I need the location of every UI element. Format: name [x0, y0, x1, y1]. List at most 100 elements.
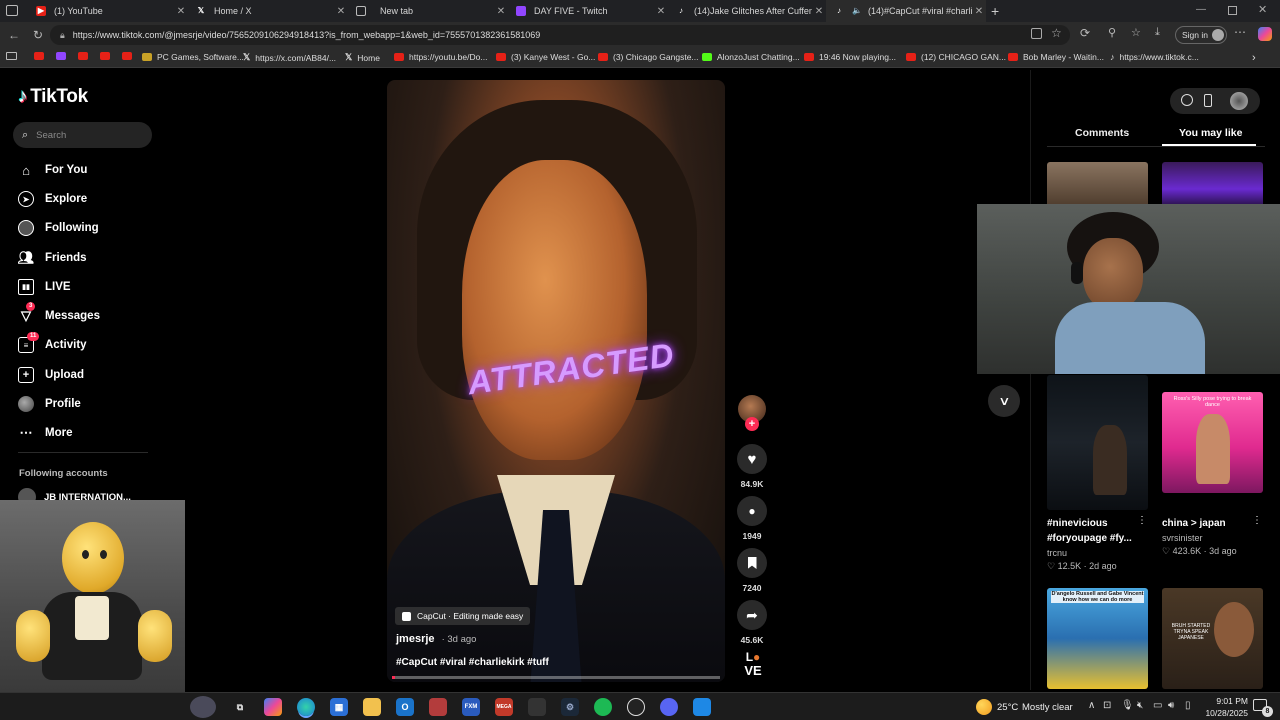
refresh-button[interactable]: ↻: [26, 23, 50, 47]
tray-chevron-icon[interactable]: ∧: [1088, 700, 1095, 711]
nav-upload[interactable]: + Upload: [18, 367, 84, 383]
downloads-icon[interactable]: ⤓: [1155, 26, 1160, 39]
copilot-icon[interactable]: [1258, 27, 1272, 41]
tab-comments[interactable]: Comments: [1075, 127, 1129, 139]
bookmark-item[interactable]: 𝕏https://x.com/AB84/...: [243, 52, 336, 63]
weather-temp[interactable]: 25°C: [997, 702, 1018, 713]
music-disc[interactable]: L● VE: [740, 650, 766, 680]
tab-you-may-like[interactable]: You may like: [1179, 127, 1242, 139]
file-explorer-icon[interactable]: [363, 698, 381, 716]
refresh-page-icon[interactable]: ⟳: [1080, 26, 1090, 40]
close-icon[interactable]: ✕: [972, 6, 986, 17]
nav-explore[interactable]: ➤ Explore: [18, 191, 87, 207]
video-author[interactable]: jmesrje: [396, 633, 435, 645]
tab-tiktok-active[interactable]: ♪ 🔈 (14)#CapCut #viral #charliek ✕: [826, 0, 986, 22]
scroll-down-button[interactable]: ∨: [988, 385, 1020, 417]
bookmark-youtube-icon[interactable]: [100, 52, 115, 60]
bookmark-item[interactable]: (3) Kanye West - Go...: [496, 52, 595, 62]
app-icon-mega[interactable]: MEGA: [495, 698, 513, 716]
recommended-title[interactable]: china > japan: [1162, 516, 1262, 531]
device-icon[interactable]: [1204, 94, 1212, 107]
bookmark-folder-icon[interactable]: [6, 52, 17, 60]
comment-button[interactable]: ●: [737, 496, 767, 526]
store-icon[interactable]: ▦: [330, 698, 348, 716]
weather-icon[interactable]: [976, 699, 992, 715]
app-icon-dark[interactable]: [528, 698, 546, 716]
avatar[interactable]: [1230, 92, 1248, 110]
tray-app-icon[interactable]: ⊡: [1103, 700, 1111, 711]
weather-desc[interactable]: Mostly clear: [1022, 702, 1073, 713]
tab-tiktok-1[interactable]: ♪ (14)Jake Glitches After Cuffem Fa ✕: [668, 0, 826, 22]
sign-in-button[interactable]: Sign in: [1175, 26, 1227, 44]
nav-for-you[interactable]: ⌂ For You: [18, 162, 87, 178]
bookmark-item[interactable]: https://youtu.be/Do...: [394, 52, 487, 62]
app-icon-red[interactable]: [429, 698, 447, 716]
back-button[interactable]: ←: [2, 23, 26, 47]
tab-twitch[interactable]: DAY FIVE - Twitch ✕: [508, 0, 668, 22]
extensions-icon[interactable]: ⚲: [1108, 26, 1116, 39]
save-button[interactable]: [737, 548, 767, 578]
bookmark-item[interactable]: 19:46 Now playing...: [804, 52, 896, 62]
network-icon[interactable]: ▭: [1153, 700, 1162, 711]
reader-icon[interactable]: [1031, 28, 1042, 39]
bookmark-item[interactable]: (12) CHICAGO GAN...: [906, 52, 1006, 62]
nav-more[interactable]: ⋯ More: [18, 425, 73, 441]
steam-icon[interactable]: ⚙︎: [561, 698, 579, 716]
like-button[interactable]: ♥: [737, 444, 767, 474]
tab-youtube[interactable]: ▶ (1) YouTube ✕: [28, 0, 188, 22]
bookmark-youtube-icon[interactable]: [34, 52, 49, 60]
bookmark-item[interactable]: Bob Marley - Waitin...: [1008, 52, 1104, 62]
video-player[interactable]: ATTRACTED CapCut · Editing made easy jme…: [387, 80, 725, 682]
more-options-icon[interactable]: ⋮: [1252, 515, 1262, 526]
bookmark-item[interactable]: PC Games, Software...: [142, 52, 244, 62]
task-view-icon[interactable]: ⧉: [231, 698, 249, 716]
recommended-author[interactable]: trcnu: [1047, 548, 1067, 558]
bookmark-item[interactable]: (3) Chicago Gangste...: [598, 52, 699, 62]
speaker-icon[interactable]: 🔈: [852, 6, 862, 16]
follow-plus-button[interactable]: +: [745, 417, 759, 431]
obs-icon[interactable]: [627, 698, 645, 716]
battery-icon[interactable]: ▯: [1185, 700, 1191, 711]
bookmark-item[interactable]: AlonzoJust Chatting...: [702, 52, 800, 62]
bookmark-item[interactable]: 𝕏 Home: [345, 52, 380, 63]
spotify-icon[interactable]: [594, 698, 612, 716]
video-thumbnail[interactable]: D'angelo Russell and Gabe Vincent know h…: [1047, 588, 1148, 689]
close-icon[interactable]: ✕: [174, 6, 188, 17]
nav-following[interactable]: Following: [18, 220, 99, 236]
speaker-icon[interactable]: 🔊︎: [1168, 700, 1174, 711]
close-icon[interactable]: ✕: [812, 6, 826, 17]
video-thumbnail[interactable]: Ross's Silly pose trying to break dance: [1162, 392, 1263, 493]
nav-profile[interactable]: Profile: [18, 396, 81, 412]
nav-live[interactable]: ▮▮ LIVE: [18, 279, 71, 295]
video-caption[interactable]: #CapCut #viral #charliekirk #tuff: [396, 657, 549, 668]
compass-icon[interactable]: [1181, 94, 1193, 106]
app-icon-fxm[interactable]: FXM: [462, 698, 480, 716]
share-button[interactable]: ➦: [737, 600, 767, 630]
tab-x[interactable]: 𝕏 Home / X ✕: [188, 0, 348, 22]
start-button[interactable]: [190, 696, 216, 718]
recommended-author[interactable]: svrsinister: [1162, 533, 1203, 543]
tab-newtab[interactable]: New tab ✕: [348, 0, 508, 22]
chevron-right-icon[interactable]: ›: [1252, 52, 1256, 64]
address-bar[interactable]: 🔒︎ https://www.tiktok.com/@jmesrje/video…: [50, 25, 1070, 45]
recommended-title[interactable]: #ninevicious #foryoupage #fy...: [1047, 516, 1147, 546]
tiktok-logo[interactable]: ♪ TikTok: [18, 86, 88, 108]
video-thumbnail[interactable]: [1162, 162, 1263, 207]
app-icon-blue[interactable]: [693, 698, 711, 716]
volume-mute-icon[interactable]: 🔇︎: [1137, 700, 1143, 711]
edge-icon[interactable]: [297, 698, 315, 716]
favorite-star-icon[interactable]: ☆: [1051, 26, 1062, 40]
mic-icon[interactable]: 🎙︎: [1121, 700, 1134, 711]
menu-dots-icon[interactable]: ⋯: [1234, 25, 1246, 39]
new-tab-button[interactable]: +: [991, 3, 999, 19]
nav-messages[interactable]: ▽ 3 Messages: [18, 302, 100, 324]
more-options-icon[interactable]: ⋮: [1137, 515, 1147, 526]
bookmark-youtube-icon[interactable]: [122, 52, 137, 60]
close-window-button[interactable]: ✕: [1258, 3, 1267, 16]
close-icon[interactable]: ✕: [654, 6, 668, 17]
video-progress-track[interactable]: [392, 676, 720, 679]
search-input[interactable]: ⌕ Search: [13, 122, 152, 148]
discord-icon[interactable]: [660, 698, 678, 716]
outlook-icon[interactable]: O: [396, 698, 414, 716]
window-menu-icon[interactable]: [6, 5, 18, 16]
